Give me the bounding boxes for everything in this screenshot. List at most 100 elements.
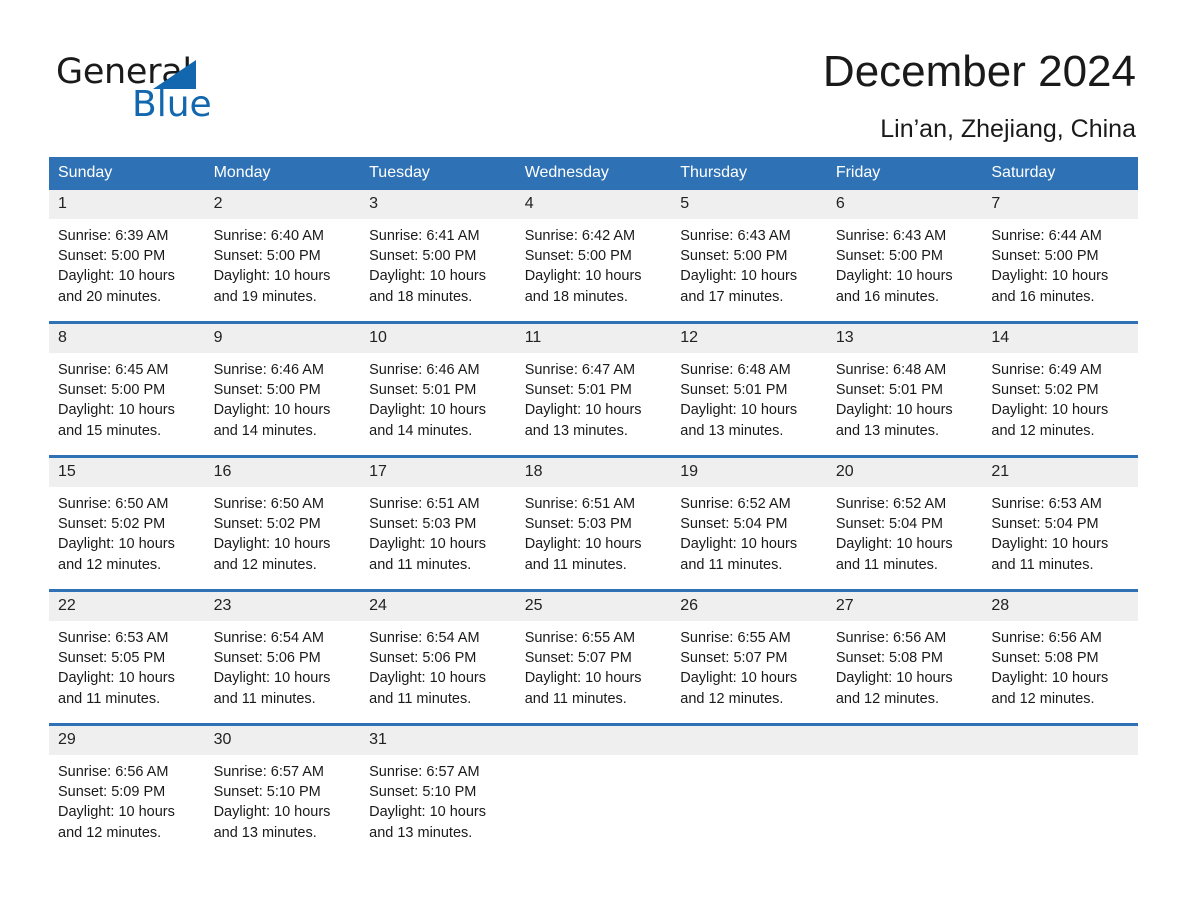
day-cell[interactable]: 11 Sunrise: 6:47 AM Sunset: 5:01 PM Dayligh…	[515, 324, 672, 455]
day-cell[interactable]: 7 Sunrise: 6:44 AM Sunset: 5:00 PM Daylight…	[982, 190, 1138, 321]
day-cell-inner: 18 Sunrise: 6:51 AM Sunset: 5:03 PM Dayligh…	[515, 458, 672, 589]
sunset-text: Sunset: 5:01 PM	[369, 382, 477, 399]
sunset-text: Sunset: 5:02 PM	[213, 516, 321, 533]
day-cell[interactable]: 10 Sunrise: 6:46 AM Sunset: 5:01 PM Dayligh…	[360, 324, 516, 455]
day-cell[interactable]: 23 Sunrise: 6:54 AM Sunset: 5:06 PM Dayligh…	[204, 592, 361, 723]
day-info: Sunrise: 6:46 AM Sunset: 5:01 PM Daylight:…	[360, 353, 516, 441]
sunset-text: Sunset: 5:08 PM	[835, 650, 944, 667]
day-cell-inner: 9 Sunrise: 6:46 AM Sunset: 5:00 PM Daylight…	[204, 324, 361, 455]
weekday-header-tuesday: Tuesday	[360, 157, 516, 190]
day-cell[interactable]: 21 Sunrise: 6:53 AM Sunset: 5:04 PM Dayligh…	[982, 458, 1138, 589]
sunset-text: Sunset: 5:04 PM	[991, 516, 1099, 533]
daylight-text-line2: and 11 minutes.	[213, 690, 316, 707]
day-number: 29	[49, 726, 205, 755]
day-cell[interactable]: 2 Sunrise: 6:40 AM Sunset: 5:00 PM Daylight…	[204, 190, 361, 321]
day-cell[interactable]: 25 Sunrise: 6:55 AM Sunset: 5:07 PM Dayligh…	[515, 592, 672, 723]
day-number	[982, 726, 1138, 755]
sunset-text: Sunset: 5:03 PM	[524, 516, 632, 533]
day-cell[interactable]: 22 Sunrise: 6:53 AM Sunset: 5:05 PM Dayligh…	[49, 592, 205, 723]
sunrise-text: Sunrise: 6:46 AM	[369, 362, 480, 378]
day-cell[interactable]: 6 Sunrise: 6:43 AM Sunset: 5:00 PM Daylight…	[826, 190, 983, 321]
day-cell[interactable]: 28 Sunrise: 6:56 AM Sunset: 5:08 PM Dayligh…	[982, 592, 1138, 723]
day-cell[interactable]: 18 Sunrise: 6:51 AM Sunset: 5:03 PM Dayligh…	[515, 458, 672, 589]
daylight-text-line2: and 11 minutes.	[369, 556, 472, 573]
day-cell[interactable]: 24 Sunrise: 6:54 AM Sunset: 5:06 PM Dayligh…	[360, 592, 516, 723]
day-cell[interactable]: 17 Sunrise: 6:51 AM Sunset: 5:03 PM Dayligh…	[360, 458, 516, 589]
day-info: Sunrise: 6:56 AM Sunset: 5:08 PM Daylight:…	[982, 621, 1138, 709]
day-number: 30	[204, 726, 361, 755]
day-info: Sunrise: 6:46 AM Sunset: 5:00 PM Daylight:…	[205, 353, 361, 441]
daylight-text-line1: Daylight: 10 hours	[835, 670, 953, 687]
sunrise-text: Sunrise: 6:53 AM	[58, 630, 169, 646]
sunrise-text: Sunrise: 6:56 AM	[58, 764, 169, 780]
sunrise-text: Sunrise: 6:56 AM	[991, 630, 1102, 646]
sunset-text: Sunset: 5:00 PM	[58, 382, 166, 399]
day-number: 17	[360, 458, 516, 487]
sunset-text: Sunset: 5:00 PM	[369, 248, 477, 265]
daylight-text-line2: and 15 minutes.	[58, 422, 162, 439]
day-info: Sunrise: 6:39 AM Sunset: 5:00 PM Daylight:…	[49, 219, 205, 307]
day-cell[interactable]: 8 Sunrise: 6:45 AM Sunset: 5:00 PM Daylight…	[49, 324, 205, 455]
calendar-week-row: 29 Sunrise: 6:56 AM Sunset: 5:09 PM Dayligh…	[49, 726, 1138, 857]
day-cell[interactable]: 19 Sunrise: 6:52 AM Sunset: 5:04 PM Dayligh…	[671, 458, 827, 589]
daylight-text-line1: Daylight: 10 hours	[680, 670, 798, 687]
day-info: Sunrise: 6:43 AM Sunset: 5:00 PM Daylight:…	[827, 219, 983, 307]
sunrise-text: Sunrise: 6:48 AM	[835, 362, 947, 378]
day-cell[interactable]: 1 Sunrise: 6:39 AM Sunset: 5:00 PM Daylight…	[49, 190, 205, 321]
day-cell[interactable]: 27 Sunrise: 6:56 AM Sunset: 5:08 PM Dayligh…	[826, 592, 983, 723]
sunset-text: Sunset: 5:04 PM	[835, 516, 944, 533]
day-cell[interactable]: 14 Sunrise: 6:49 AM Sunset: 5:02 PM Dayligh…	[982, 324, 1138, 455]
daylight-text-line2: and 13 minutes.	[369, 824, 473, 841]
day-cell[interactable]: 9 Sunrise: 6:46 AM Sunset: 5:00 PM Daylight…	[204, 324, 361, 455]
day-cell-inner: 19 Sunrise: 6:52 AM Sunset: 5:04 PM Dayligh…	[671, 458, 827, 589]
day-cell[interactable]: 15 Sunrise: 6:50 AM Sunset: 5:02 PM Dayligh…	[49, 458, 205, 589]
sunrise-text: Sunrise: 6:40 AM	[213, 228, 324, 244]
day-cell[interactable]: 16 Sunrise: 6:50 AM Sunset: 5:02 PM Dayligh…	[204, 458, 361, 589]
daylight-text-line2: and 11 minutes.	[524, 556, 627, 573]
day-cell[interactable]: 26 Sunrise: 6:55 AM Sunset: 5:07 PM Dayligh…	[671, 592, 827, 723]
day-info: Sunrise: 6:50 AM Sunset: 5:02 PM Daylight:…	[49, 487, 205, 575]
day-info: Sunrise: 6:57 AM Sunset: 5:10 PM Daylight:…	[205, 755, 361, 843]
daylight-text-line1: Daylight: 10 hours	[991, 670, 1109, 687]
calendar-header-row: Sunday Monday Tuesday Wednesday Thursday…	[49, 157, 1138, 190]
day-cell[interactable]: 4 Sunrise: 6:42 AM Sunset: 5:00 PM Daylight…	[515, 190, 672, 321]
day-cell[interactable]: 31 Sunrise: 6:57 AM Sunset: 5:10 PM Dayligh…	[360, 726, 516, 857]
day-number: 2	[204, 190, 361, 219]
generalblue-logo[interactable]: General Blue	[56, 52, 376, 125]
day-number: 9	[204, 324, 361, 353]
daylight-text-line2: and 12 minutes.	[58, 556, 162, 573]
day-cell-inner: 23 Sunrise: 6:54 AM Sunset: 5:06 PM Dayligh…	[204, 592, 361, 723]
day-cell[interactable]: 30 Sunrise: 6:57 AM Sunset: 5:10 PM Dayligh…	[204, 726, 361, 857]
day-cell[interactable]: 13 Sunrise: 6:48 AM Sunset: 5:01 PM Dayligh…	[826, 324, 983, 455]
sunrise-text: Sunrise: 6:54 AM	[213, 630, 324, 646]
day-number: 27	[826, 592, 983, 621]
day-cell-inner: 3 Sunrise: 6:41 AM Sunset: 5:00 PM Daylight…	[360, 190, 516, 321]
day-cell-inner: 12 Sunrise: 6:48 AM Sunset: 5:01 PM Dayligh…	[671, 324, 827, 455]
sunrise-text: Sunrise: 6:55 AM	[524, 630, 636, 646]
weekday-header-friday: Friday	[826, 157, 983, 190]
sunset-text: Sunset: 5:07 PM	[680, 650, 788, 667]
day-cell-inner: 28 Sunrise: 6:56 AM Sunset: 5:08 PM Dayligh…	[982, 592, 1138, 723]
day-cell[interactable]: 3 Sunrise: 6:41 AM Sunset: 5:00 PM Daylight…	[360, 190, 516, 321]
daylight-text-line2: and 17 minutes.	[680, 288, 784, 305]
daylight-text-line1: Daylight: 10 hours	[213, 402, 331, 419]
page-title: December 2024	[822, 47, 1136, 96]
daylight-text-line2: and 18 minutes.	[369, 288, 473, 305]
daylight-text-line1: Daylight: 10 hours	[991, 536, 1109, 553]
sunrise-text: Sunrise: 6:51 AM	[524, 496, 636, 512]
day-info: Sunrise: 6:45 AM Sunset: 5:00 PM Daylight:…	[49, 353, 205, 441]
day-cell[interactable]: 29 Sunrise: 6:56 AM Sunset: 5:09 PM Dayligh…	[49, 726, 205, 857]
calendar-week-row: 8 Sunrise: 6:45 AM Sunset: 5:00 PM Daylight…	[49, 324, 1138, 455]
day-cell[interactable]: 12 Sunrise: 6:48 AM Sunset: 5:01 PM Dayligh…	[671, 324, 827, 455]
sunset-text: Sunset: 5:06 PM	[369, 650, 477, 667]
day-number: 14	[982, 324, 1138, 353]
sunset-text: Sunset: 5:09 PM	[58, 784, 166, 801]
calendar-page: General Blue December 2024 Lin’an, Zheji…	[0, 0, 1188, 918]
calendar-week-row: 1 Sunrise: 6:39 AM Sunset: 5:00 PM Daylight…	[49, 190, 1138, 321]
sunrise-text: Sunrise: 6:46 AM	[213, 362, 324, 378]
day-cell[interactable]: 5 Sunrise: 6:43 AM Sunset: 5:00 PM Daylight…	[671, 190, 827, 321]
calendar-table: Sunday Monday Tuesday Wednesday Thursday…	[49, 157, 1138, 857]
daylight-text-line2: and 16 minutes.	[835, 288, 939, 305]
day-cell[interactable]: 20 Sunrise: 6:52 AM Sunset: 5:04 PM Dayligh…	[826, 458, 983, 589]
page-header: General Blue December 2024 Lin’an, Zheji…	[0, 0, 1188, 155]
